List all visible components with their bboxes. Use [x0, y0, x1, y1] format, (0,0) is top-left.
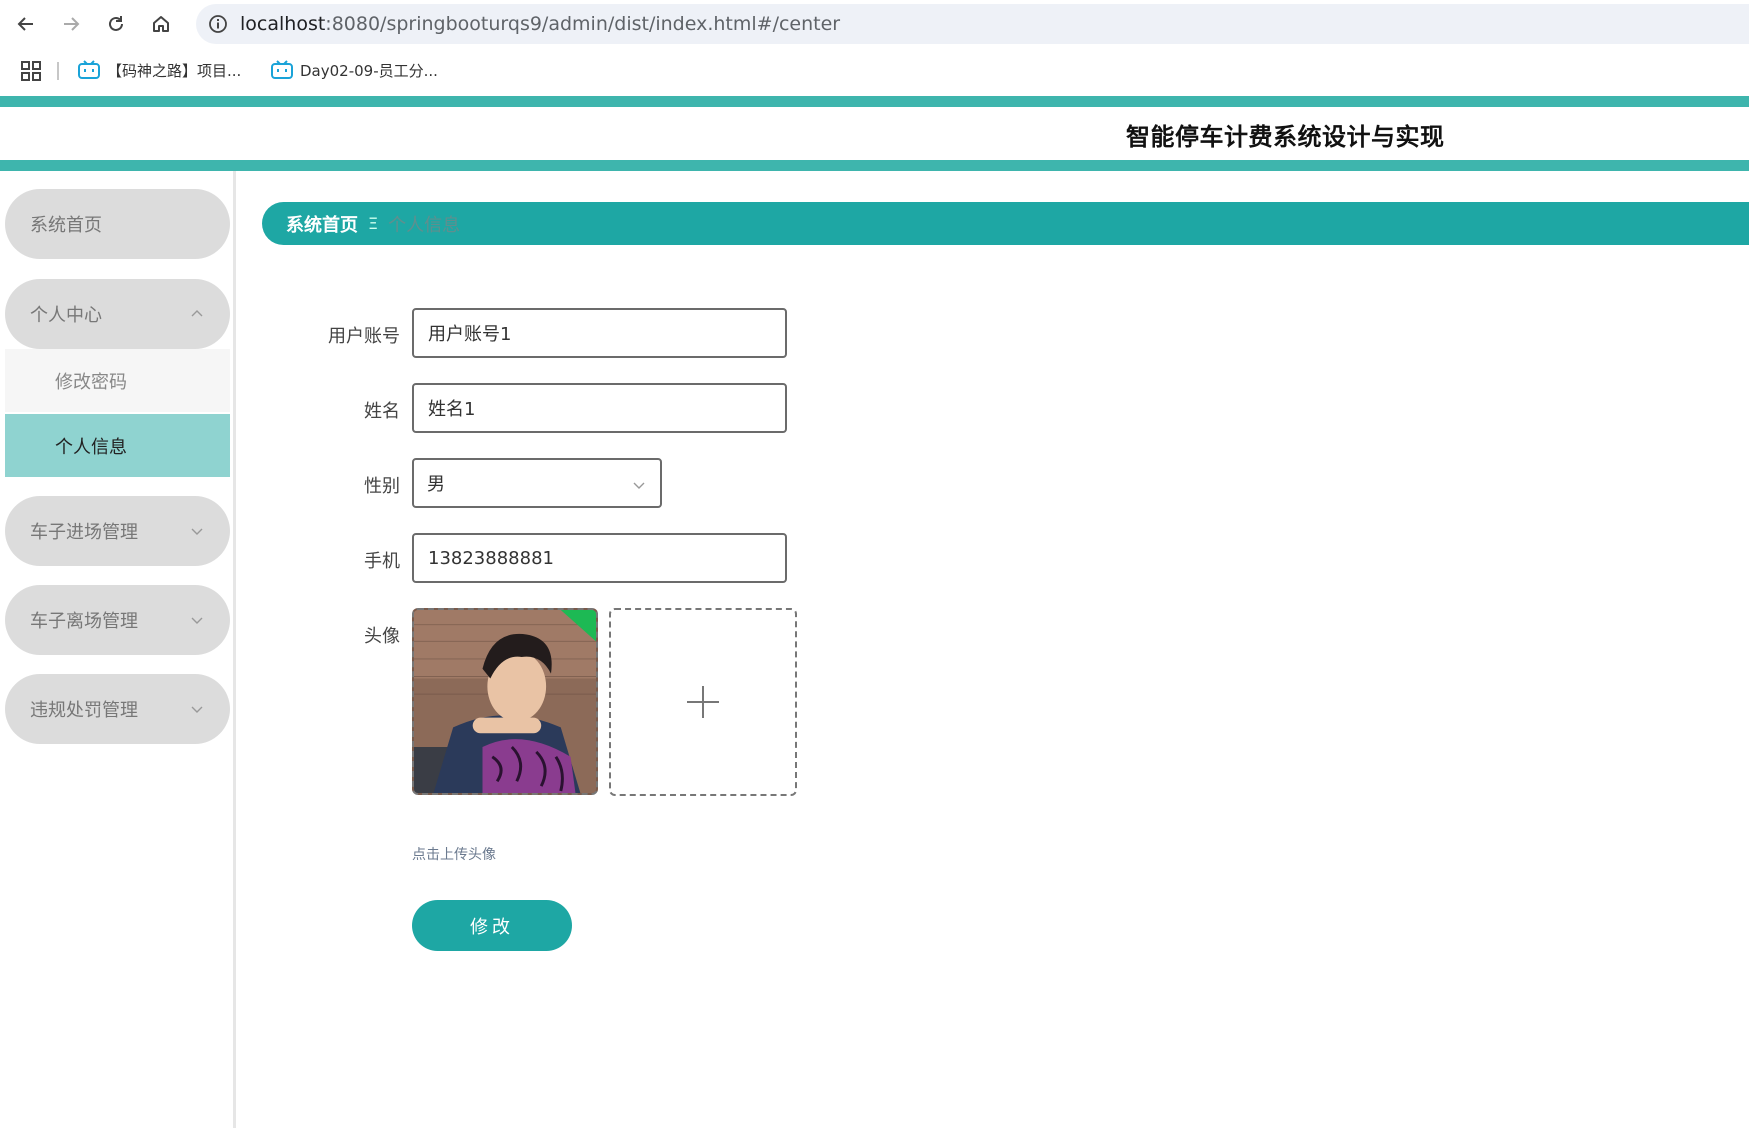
home-icon — [153, 16, 169, 32]
gender-selected-value: 男 — [427, 474, 445, 495]
name-input[interactable] — [412, 383, 787, 433]
submit-button[interactable]: 修改 — [412, 900, 572, 951]
bookmark-tv-icon — [271, 60, 293, 79]
url-text: localhost:8080/springbooturqs9/admin/dis… — [240, 13, 840, 35]
sidebar-item-label: 车子进场管理 — [30, 522, 138, 543]
account-label: 用户账号 — [328, 326, 400, 347]
breadcrumb-home[interactable]: 系统首页 — [286, 211, 358, 237]
sidebar-item-car-entry[interactable]: 车子进场管理 — [5, 496, 230, 566]
chevron-up-icon — [191, 310, 203, 317]
back-icon — [17, 17, 33, 31]
chevron-down-icon — [191, 617, 203, 624]
avatar-image[interactable] — [412, 608, 598, 795]
home-button[interactable] — [147, 10, 175, 38]
sidebar-item-label: 系统首页 — [30, 215, 102, 236]
avatar-photo — [414, 610, 596, 793]
sidebar-item-violation[interactable]: 违规处罚管理 — [5, 674, 230, 744]
bookmark-tv-icon — [78, 60, 100, 79]
phone-label: 手机 — [364, 551, 400, 572]
gender-select[interactable]: 男 — [412, 458, 662, 508]
sidebar-item-label: 违规处罚管理 — [30, 700, 138, 721]
name-label: 姓名 — [364, 401, 400, 422]
forward-icon — [64, 17, 80, 31]
sidebar-item-car-exit[interactable]: 车子离场管理 — [5, 585, 230, 655]
bookmark-label: 【码神之路】项目... — [107, 61, 242, 80]
sidebar-item-label: 个人中心 — [30, 305, 102, 326]
chevron-down-icon — [191, 706, 203, 713]
breadcrumb: 系统首页 Ξ 个人信息 — [262, 202, 1749, 245]
sidebar-item-home[interactable]: 系统首页 — [5, 189, 230, 259]
app-title: 智能停车计费系统设计与实现 — [1126, 123, 1445, 151]
chevron-down-icon — [633, 482, 645, 489]
browser-toolbar: localhost:8080/springbooturqs9/admin/dis… — [0, 0, 1749, 48]
url-host: localhost — [240, 13, 326, 35]
reload-icon — [109, 16, 123, 31]
header-bottom-stripe — [0, 160, 1749, 171]
bookmark-item[interactable]: 【码神之路】项目... — [78, 58, 241, 82]
bookmarks-divider — [57, 62, 59, 80]
bookmarks-bar: 【码神之路】项目... Day02-09-员工分... — [0, 52, 1749, 88]
apps-icon[interactable] — [20, 60, 42, 82]
breadcrumb-current: 个人信息 — [388, 214, 461, 236]
upload-hint: 点击上传头像 — [412, 847, 496, 863]
sidebar-item-change-password[interactable]: 修改密码 — [5, 349, 230, 412]
sidebar-item-personal-center[interactable]: 个人中心 — [5, 279, 230, 349]
chevron-down-icon — [191, 528, 203, 535]
phone-input[interactable] — [412, 533, 787, 583]
reload-button[interactable] — [102, 10, 130, 38]
address-bar[interactable]: localhost:8080/springbooturqs9/admin/dis… — [196, 4, 1749, 44]
app-header: 智能停车计费系统设计与实现 — [0, 107, 1749, 160]
gender-label: 性别 — [364, 476, 400, 497]
account-input[interactable] — [412, 308, 787, 358]
url-path: :8080/springbooturqs9/admin/dist/index.h… — [325, 13, 841, 35]
avatar-label: 头像 — [364, 626, 400, 647]
sidebar-item-personal-info[interactable]: 个人信息 — [5, 414, 230, 477]
sidebar-item-label: 修改密码 — [55, 371, 127, 393]
forward-button[interactable] — [57, 10, 85, 38]
plus-icon — [687, 686, 719, 718]
breadcrumb-separator: Ξ — [368, 214, 379, 233]
avatar-upload-box[interactable] — [609, 608, 797, 796]
sidebar: 系统首页 个人中心 修改密码 个人信息 车子进场管理 车子离场管理 违规处罚管理 — [0, 171, 236, 1128]
sidebar-item-label: 车子离场管理 — [30, 611, 138, 632]
header-top-stripe — [0, 96, 1749, 107]
info-icon[interactable] — [208, 14, 228, 34]
back-button[interactable] — [12, 10, 40, 38]
bookmark-label: Day02-09-员工分... — [300, 61, 438, 80]
bookmark-item[interactable]: Day02-09-员工分... — [271, 58, 438, 82]
sidebar-item-label: 个人信息 — [55, 436, 127, 458]
